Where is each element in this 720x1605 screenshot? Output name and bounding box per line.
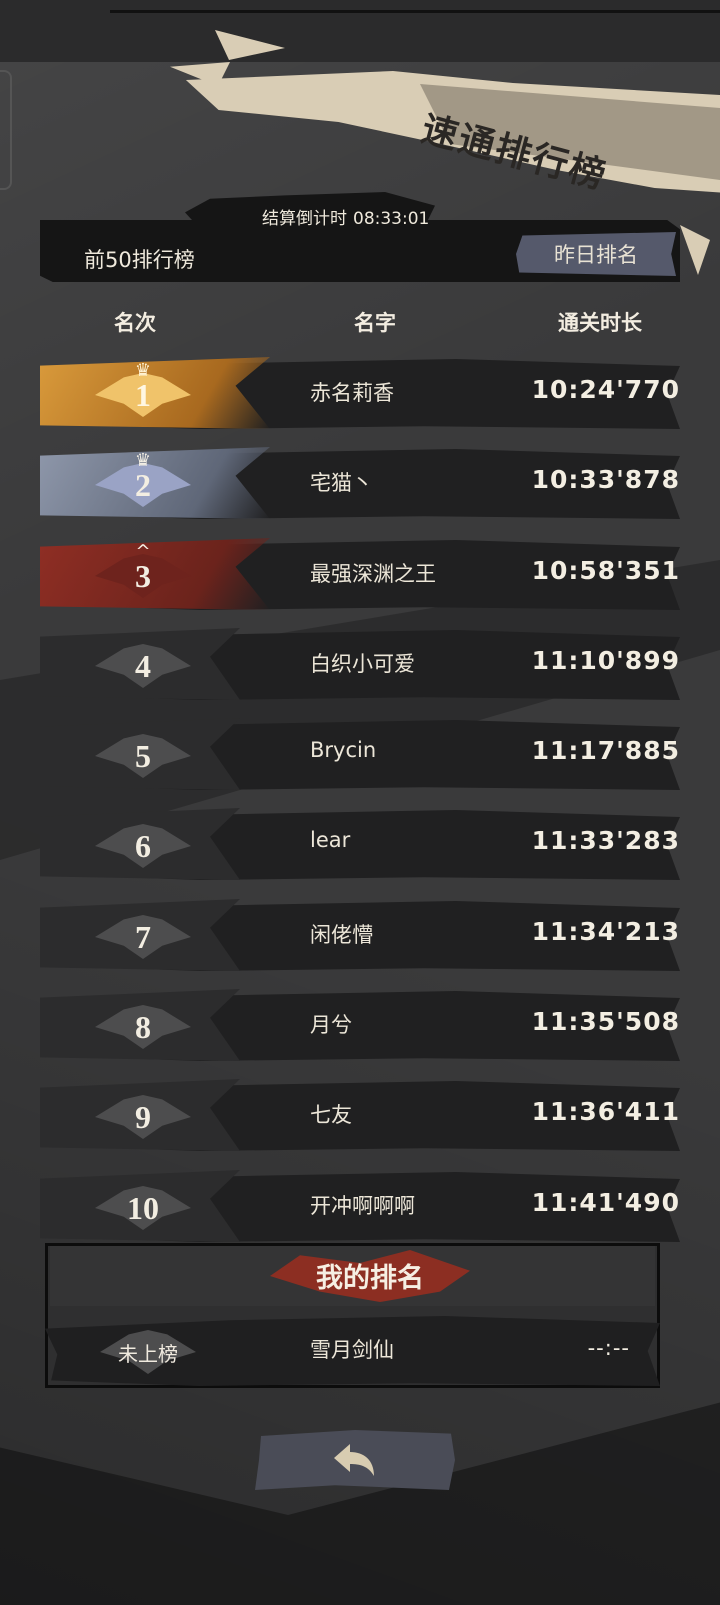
my-rank-status: 未上榜 <box>118 1341 178 1366</box>
countdown-label: 结算倒计时 <box>262 209 347 229</box>
column-header-name: 名字 <box>300 300 450 344</box>
clear-time: 11:35'508 <box>531 1007 680 1036</box>
player-name: 开冲啊啊啊 <box>310 1194 415 1218</box>
player-name: lear <box>310 828 351 852</box>
clear-time: 11:34'213 <box>531 917 680 946</box>
table-row: ♛ 1 赤名莉香 10:24'770 <box>40 355 680 431</box>
my-player-name: 雪月剑仙 <box>310 1338 394 1362</box>
column-header-rank: 名次 <box>60 300 210 344</box>
player-name: 七友 <box>310 1103 352 1127</box>
table-row: 10 开冲啊啊啊 11:41'490 <box>40 1168 680 1244</box>
rank-number: 5 <box>135 737 151 774</box>
rank-number: 1 <box>135 376 151 413</box>
rank-number: 8 <box>135 1008 151 1045</box>
table-row: 7 闲佬懵 11:34'213 <box>40 897 680 973</box>
table-row: 6 lear 11:33'283 <box>40 806 680 882</box>
rank-number: 7 <box>135 918 151 955</box>
rank-number: 4 <box>135 647 151 684</box>
table-row: 5 Brycin 11:17'885 <box>40 716 680 792</box>
clear-time: 10:24'770 <box>531 375 680 404</box>
table-row: ♛ 2 宅猫丶 10:33'878 <box>40 445 680 521</box>
rank-number: 2 <box>135 466 151 503</box>
clear-time: 10:58'351 <box>531 556 680 585</box>
my-rank-title: 我的排名 <box>316 1263 424 1294</box>
table-row: 9 七友 11:36'411 <box>40 1077 680 1153</box>
clear-time: 11:36'411 <box>531 1097 680 1126</box>
board-label: 前50排行榜 <box>84 248 195 272</box>
rank-number: 9 <box>135 1098 151 1135</box>
clear-time: 11:10'899 <box>531 646 680 675</box>
player-name: 宅猫丶 <box>310 471 373 495</box>
countdown: 结算倒计时 08:33:01 <box>262 204 429 229</box>
table-row: ^ 3 最强深渊之王 10:58'351 <box>40 536 680 612</box>
player-name: 最强深渊之王 <box>310 562 436 586</box>
clear-time: 11:17'885 <box>531 736 680 765</box>
clear-time: 10:33'878 <box>531 465 680 494</box>
rank-number: 10 <box>127 1189 159 1226</box>
side-tab <box>0 70 12 190</box>
clear-time: 11:41'490 <box>531 1188 680 1217</box>
player-name: Brycin <box>310 738 377 762</box>
my-clear-time: --:-- <box>587 1336 630 1360</box>
my-rank-row: 未上榜 雪月剑仙 --:-- <box>45 1312 660 1388</box>
column-header-time: 通关时长 <box>525 300 675 344</box>
player-name: 白织小可爱 <box>310 652 415 676</box>
player-name: 赤名莉香 <box>310 381 394 405</box>
player-name: 闲佬懵 <box>310 923 373 947</box>
top-divider <box>110 10 720 13</box>
yesterday-ranking-button[interactable]: 昨日排名 <box>516 232 676 276</box>
rank-number: 3 <box>135 557 151 594</box>
rank-number: 6 <box>135 827 151 864</box>
table-row: 4 白织小可爱 11:10'899 <box>40 626 680 702</box>
player-name: 月兮 <box>310 1013 352 1037</box>
clear-time: 11:33'283 <box>531 826 680 855</box>
countdown-time: 08:33:01 <box>353 209 430 229</box>
back-arrow-icon[interactable] <box>330 1440 380 1480</box>
table-row: 8 月兮 11:35'508 <box>40 987 680 1063</box>
